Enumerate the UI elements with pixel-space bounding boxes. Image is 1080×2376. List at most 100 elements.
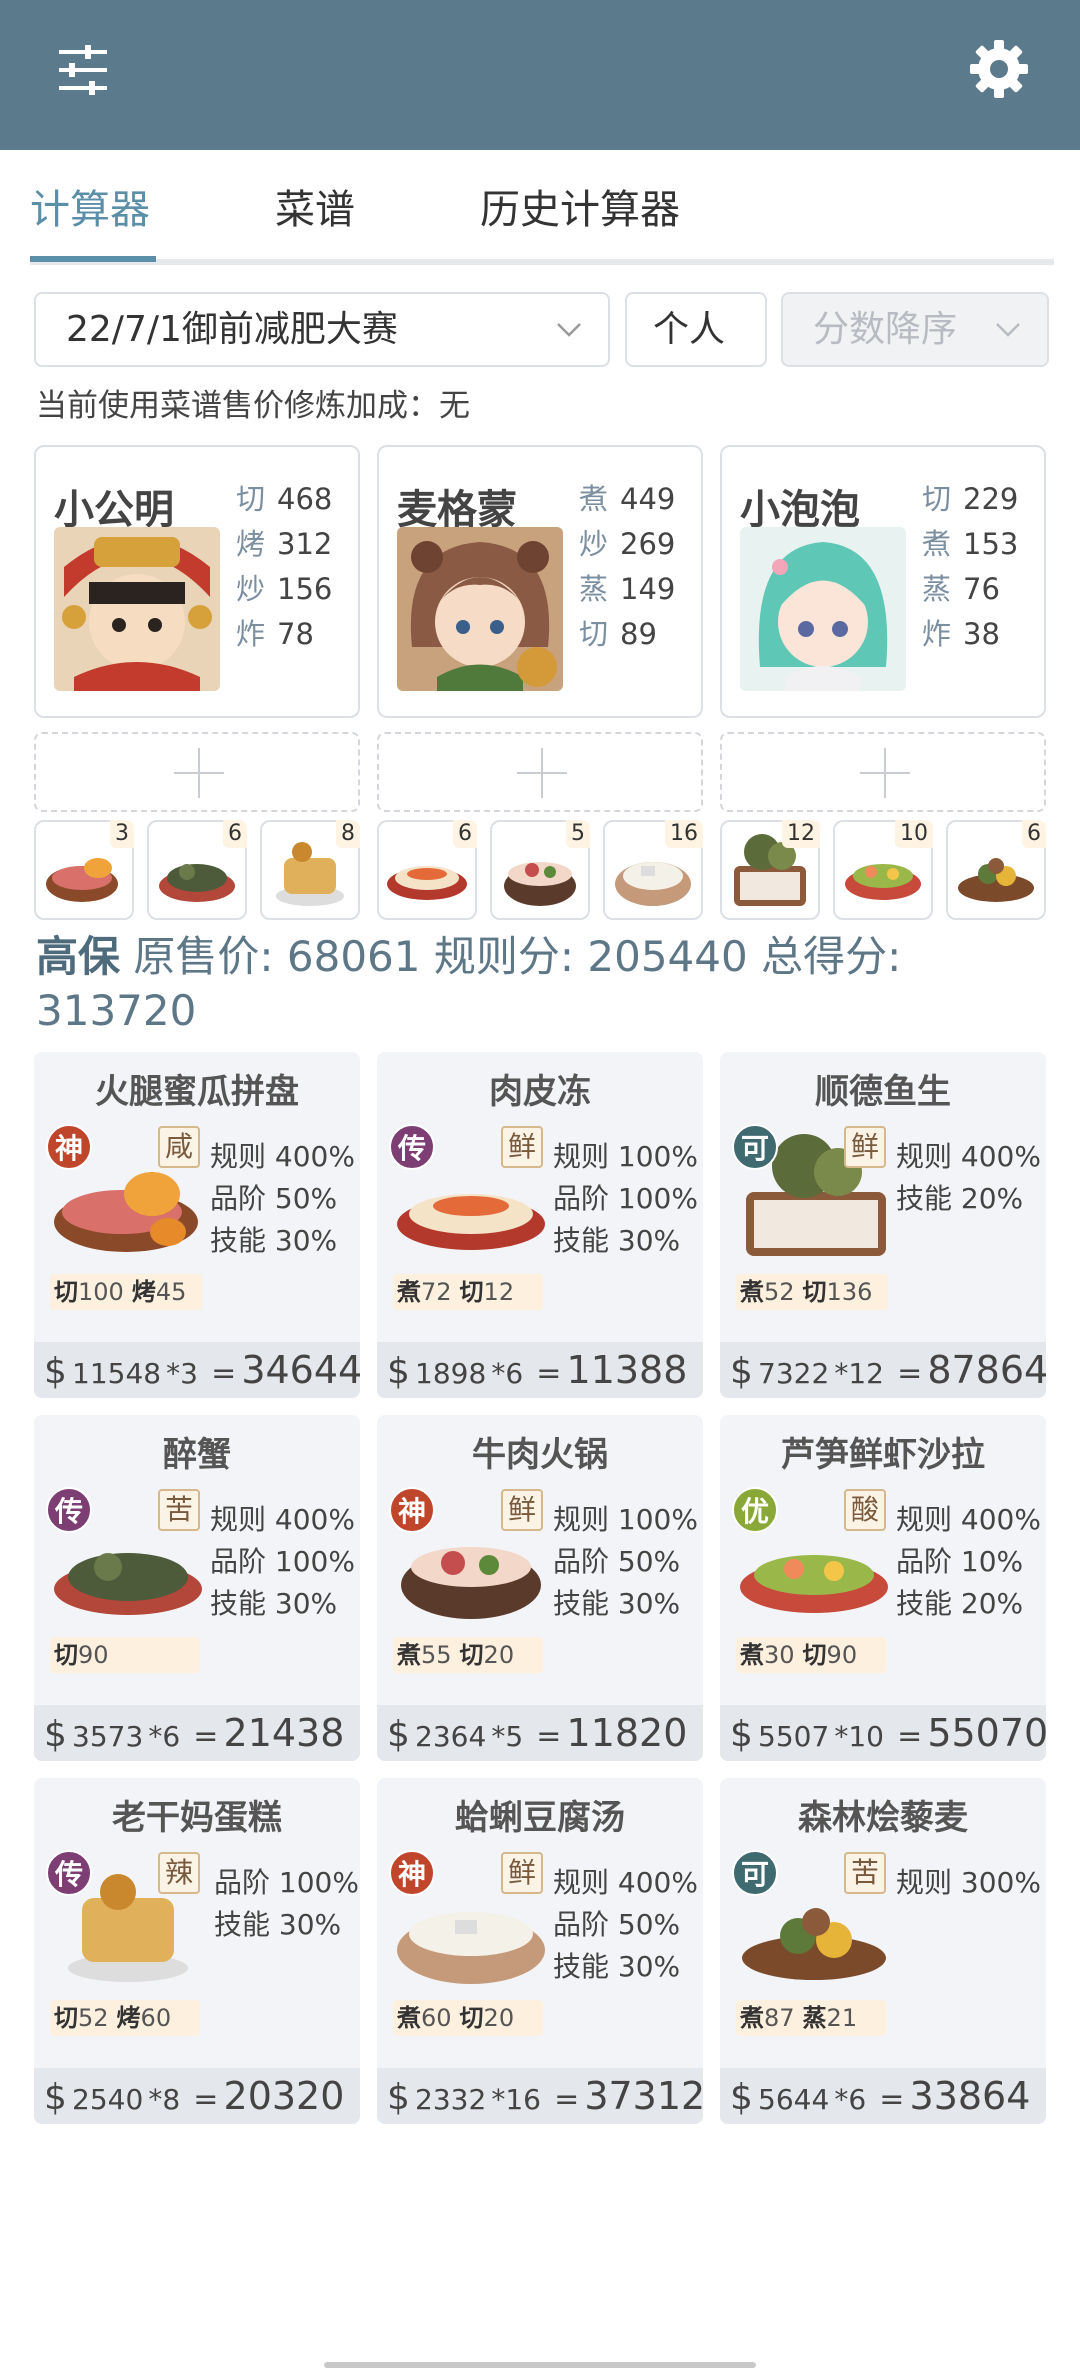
recipe-total: 21438 (223, 1711, 345, 1755)
dollar-icon: $ (730, 2077, 753, 2118)
req-value: 20 (483, 1641, 515, 1669)
chef-skill: 炒 156 (236, 572, 333, 606)
recipe-bonuses: 规则 400% 品阶 50% 技能 30% (210, 1136, 355, 1262)
dish-thumb[interactable]: 6 (377, 820, 477, 920)
dish-thumb[interactable]: 16 (603, 820, 703, 920)
add-equip-slot[interactable] (720, 732, 1046, 812)
req-skill: 切 (459, 1278, 484, 1306)
recipe-bonus: 规则 400% (210, 1503, 355, 1536)
unit-price: 1898 (415, 1357, 487, 1390)
skill-requirements: 切52 烤60 (50, 2000, 200, 2036)
recipe-bonus: 品阶 10% (896, 1545, 1024, 1578)
summary-label: 高保 (36, 932, 121, 981)
quantity: *12 (834, 1357, 884, 1390)
dish-count: 6 (453, 820, 477, 848)
recipe-name: 蛤蜊豆腐汤 (455, 1798, 625, 1838)
home-indicator (324, 2362, 756, 2368)
dish-thumb[interactable]: 8 (260, 820, 360, 920)
recipe-name: 火腿蜜瓜拼盘 (95, 1072, 299, 1112)
mode-select-value: 个人 (653, 309, 726, 350)
dish-thumb[interactable]: 10 (833, 820, 933, 920)
chef-skill: 切 468 (236, 482, 333, 516)
req-value: 100 (78, 1278, 124, 1306)
quantity: *6 (491, 1357, 524, 1390)
recipe-bonuses: 品阶 100% 技能 30% (214, 1862, 359, 1946)
skill-requirements: 煮87 蒸21 (736, 2000, 886, 2036)
chef-card[interactable]: 小公明 切 468 烤 312 炒 156 炸 78 (34, 445, 360, 718)
chef-card[interactable]: 小泡泡 切 229 煮 153 蒸 76 炸 38 (720, 445, 1046, 718)
recipe-card[interactable]: 顺德鱼生 可 鲜 规则 400% 技能 20% 煮52 切136 $ 7322 *1… (720, 1052, 1046, 1398)
dish-thumb[interactable]: 5 (490, 820, 590, 920)
rarity-badge: 传 (46, 1487, 92, 1533)
equals-sign: = (879, 2082, 905, 2117)
chef-skills: 切 229 煮 153 蒸 76 炸 38 (922, 477, 1018, 657)
chef-card[interactable]: 麦格蒙 煮 449 炒 269 蒸 149 切 89 (377, 445, 703, 718)
equals-sign: = (536, 1356, 562, 1391)
recipe-bonus: 规则 100% (553, 1140, 698, 1173)
flavor-tag: 苦 (158, 1489, 200, 1531)
dish-thumb[interactable]: 6 (147, 820, 247, 920)
chef-skill: 煮 449 (579, 482, 676, 516)
mode-select[interactable]: 个人 (625, 292, 767, 367)
req-skill: 煮 (397, 1641, 421, 1669)
contest-select[interactable]: 22/7/1御前减肥大赛 (34, 292, 610, 367)
recipe-bonus: 规则 400% (896, 1140, 1041, 1173)
req-skill: 煮 (740, 1278, 764, 1306)
dish-count: 6 (1022, 820, 1046, 848)
skill-requirements: 煮60 切20 (393, 2000, 543, 2036)
chef-skill: 煮 153 (922, 527, 1019, 561)
original-price-label: 原售价: (133, 932, 274, 981)
recipe-total: 33864 (909, 2074, 1031, 2118)
dish-count: 12 (782, 820, 820, 848)
dish-thumb[interactable]: 12 (720, 820, 820, 920)
recipe-total: 37312 (584, 2074, 703, 2118)
recipe-bonus: 规则 100% (553, 1503, 698, 1536)
req-value: 20 (483, 2004, 515, 2032)
recipe-name: 牛肉火锅 (472, 1435, 608, 1475)
recipe-card[interactable]: 火腿蜜瓜拼盘 神 咸 规则 400% 品阶 50% 技能 30% 切100 烤45 $… (34, 1052, 360, 1398)
recipe-bonuses: 规则 300% (896, 1862, 1041, 1904)
equals-sign: = (536, 1719, 562, 1754)
recipe-bonus: 技能 30% (210, 1587, 338, 1620)
quantity: *10 (834, 1720, 884, 1753)
flavor-tag: 鲜 (501, 1126, 543, 1168)
tab-history-calculator[interactable]: 历史计算器 (480, 180, 680, 260)
req-value: 90 (78, 1641, 109, 1669)
skill-requirements: 煮30 切90 (736, 1637, 886, 1673)
sort-select[interactable]: 分数降序 (781, 292, 1049, 367)
quantity: *6 (834, 2083, 867, 2116)
req-value: 87 (764, 2004, 795, 2032)
recipe-card[interactable]: 老干妈蛋糕 传 辣 品阶 100% 技能 30% 切52 烤60 $ 2540 *8… (34, 1778, 360, 2124)
recipe-card[interactable]: 牛肉火锅 神 鲜 规则 100% 品阶 50% 技能 30% 煮55 切20 $ 23… (377, 1415, 703, 1761)
req-value: 60 (421, 2004, 452, 2032)
rarity-badge: 神 (46, 1124, 92, 1170)
dish-thumb[interactable]: 3 (34, 820, 134, 920)
recipe-card[interactable]: 醉蟹 传 苦 规则 400% 品阶 100% 技能 30% 切90 $ 3573 *… (34, 1415, 360, 1761)
req-skill: 切 (459, 2004, 484, 2032)
total-score: 313720 (36, 986, 197, 1035)
req-skill: 烤 (131, 1278, 156, 1306)
recipe-bonus: 规则 400% (210, 1140, 355, 1173)
tab-calculator[interactable]: 计算器 (30, 180, 150, 260)
gear-icon[interactable] (968, 38, 1030, 100)
quantity: *6 (148, 1720, 181, 1753)
recipe-card[interactable]: 芦笋鲜虾沙拉 优 酸 规则 400% 品阶 10% 技能 20% 煮30 切90 $ … (720, 1415, 1046, 1761)
contest-select-value: 22/7/1御前减肥大赛 (66, 309, 398, 350)
add-equip-slot[interactable] (377, 732, 703, 812)
sliders-icon[interactable] (55, 42, 111, 98)
dish-count: 5 (566, 820, 590, 848)
recipe-card[interactable]: 蛤蜊豆腐汤 神 鲜 规则 400% 品阶 50% 技能 30% 煮60 切20 $ 2… (377, 1778, 703, 2124)
recipe-bonus: 技能 30% (214, 1908, 342, 1941)
unit-price: 7322 (758, 1357, 830, 1390)
add-equip-slot[interactable] (34, 732, 360, 812)
recipe-card[interactable]: 肉皮冻 传 鲜 规则 100% 品阶 100% 技能 30% 煮72 切12 $ 18… (377, 1052, 703, 1398)
dish-thumb[interactable]: 6 (946, 820, 1046, 920)
recipe-name: 森林烩藜麦 (798, 1798, 968, 1838)
req-skill: 切 (54, 1641, 78, 1669)
chef-skills: 煮 449 炒 269 蒸 149 切 89 (579, 477, 675, 657)
tab-recipes[interactable]: 菜谱 (275, 180, 355, 260)
req-skill: 切 (459, 1641, 484, 1669)
recipe-bonuses: 规则 400% 品阶 50% 技能 30% (553, 1862, 698, 1988)
recipe-card[interactable]: 森林烩藜麦 可 苦 规则 300% 煮87 蒸21 $ 5644 *6 = 338… (720, 1778, 1046, 2124)
chef-skill: 炒 269 (579, 527, 676, 561)
